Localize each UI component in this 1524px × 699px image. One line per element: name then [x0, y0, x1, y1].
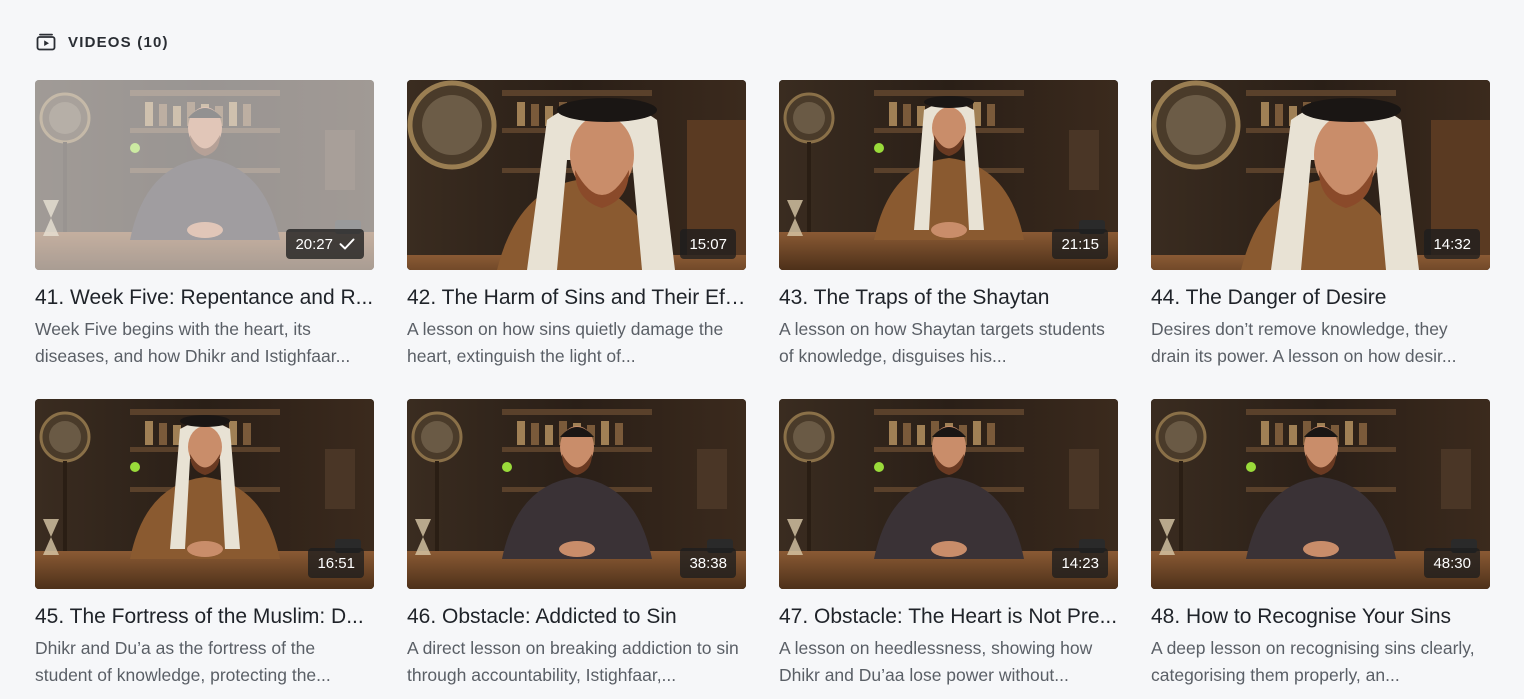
video-description: A lesson on how sins quietly damage the …: [407, 319, 724, 366]
video-title[interactable]: 46. Obstacle: Addicted to Sin: [407, 605, 746, 629]
duration-text: 21:15: [1061, 235, 1099, 253]
duration-text: 16:51: [317, 554, 355, 572]
duration-text: 14:32: [1433, 235, 1471, 253]
duration-text: 48:30: [1433, 554, 1471, 572]
video-title[interactable]: 41. Week Five: Repentance and R...: [35, 286, 374, 310]
duration-badge: 38:38: [680, 548, 736, 578]
video-description: A deep lesson on recognising sins clearl…: [1151, 638, 1475, 685]
duration-text: 15:07: [689, 235, 727, 253]
video-description: A direct lesson on breaking addiction to…: [407, 638, 739, 685]
video-title[interactable]: 43. The Traps of the Shaytan: [779, 286, 1118, 310]
video-card[interactable]: 21:15 43. The Traps of the Shaytan A lesso…: [779, 80, 1118, 399]
video-card[interactable]: 48:30 48. How to Recognise Your Sins A dee…: [1151, 399, 1490, 699]
video-thumbnail-wrap: 15:07: [407, 80, 746, 270]
duration-badge: 21:15: [1052, 229, 1108, 259]
duration-badge: 48:30: [1424, 548, 1480, 578]
video-card[interactable]: 20:27 41. Week Five: Repentance and R... W…: [35, 80, 374, 399]
section-title: VIDEOS (10): [68, 33, 169, 51]
duration-text: 14:23: [1061, 554, 1099, 572]
duration-badge: 15:07: [680, 229, 736, 259]
video-description: Week Five begins with the heart, its dis…: [35, 319, 351, 366]
duration-text: 38:38: [689, 554, 727, 572]
video-thumbnail-wrap: 14:23: [779, 399, 1118, 589]
video-description: Dhikr and Du’a as the fortress of the st…: [35, 638, 331, 685]
video-card[interactable]: 14:23 47. Obstacle: The Heart is Not Pre.…: [779, 399, 1118, 699]
video-playlist-icon: [36, 33, 56, 51]
video-description: A lesson on heedlessness, showing how Dh…: [779, 638, 1093, 685]
duration-badge: 14:23: [1052, 548, 1108, 578]
video-thumbnail-wrap: 48:30: [1151, 399, 1490, 589]
video-thumbnail-wrap: 16:51: [35, 399, 374, 589]
video-title[interactable]: 44. The Danger of Desire: [1151, 286, 1490, 310]
duration-text: 20:27: [295, 235, 333, 253]
video-title[interactable]: 45. The Fortress of the Muslim: D...: [35, 605, 374, 629]
video-thumbnail-wrap: 38:38: [407, 399, 746, 589]
video-thumbnail-wrap: 14:32: [1151, 80, 1490, 270]
duration-badge: 16:51: [308, 548, 364, 578]
video-card[interactable]: 16:51 45. The Fortress of the Muslim: D..…: [35, 399, 374, 699]
video-thumbnail-wrap: 20:27: [35, 80, 374, 270]
watched-check-icon: [339, 238, 355, 250]
video-description: Desires don’t remove knowledge, they dra…: [1151, 319, 1457, 366]
video-title[interactable]: 42. The Harm of Sins and Their Eff...: [407, 286, 746, 310]
video-thumbnail-wrap: 21:15: [779, 80, 1118, 270]
video-description: A lesson on how Shaytan targets students…: [779, 319, 1105, 366]
videos-page: VIDEOS (10) 20:27 41. Week Five: Repentan…: [0, 0, 1524, 699]
video-card[interactable]: 15:07 42. The Harm of Sins and Their Eff.…: [407, 80, 746, 399]
video-title[interactable]: 47. Obstacle: The Heart is Not Pre...: [779, 605, 1118, 629]
video-grid: 20:27 41. Week Five: Repentance and R... W…: [35, 80, 1490, 699]
video-card[interactable]: 38:38 46. Obstacle: Addicted to Sin A dire…: [407, 399, 746, 699]
duration-badge: 20:27: [286, 229, 364, 259]
section-header: VIDEOS (10): [36, 32, 169, 52]
video-card[interactable]: 14:32 44. The Danger of Desire Desires don…: [1151, 80, 1490, 399]
video-title[interactable]: 48. How to Recognise Your Sins: [1151, 605, 1490, 629]
duration-badge: 14:32: [1424, 229, 1480, 259]
